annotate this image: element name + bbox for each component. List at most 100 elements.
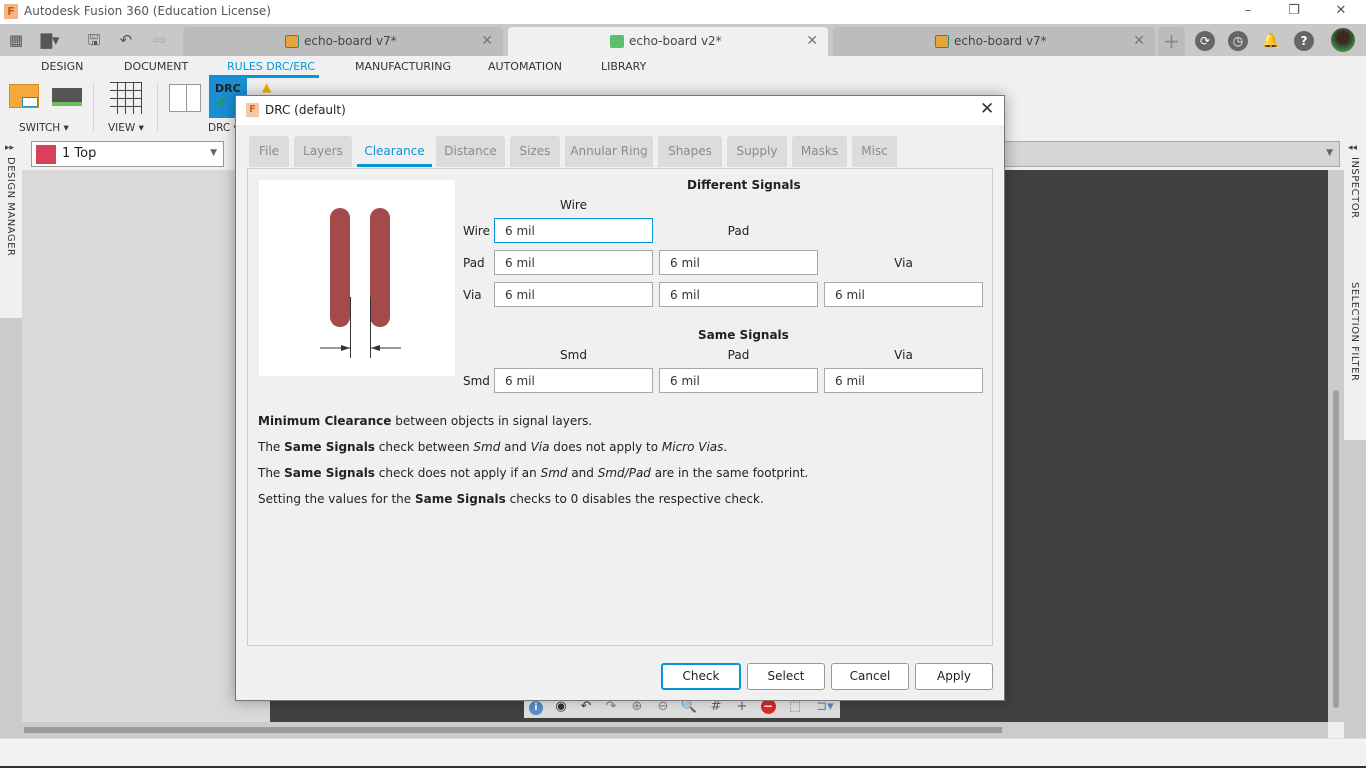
switch-schematic-icon[interactable] [52, 88, 82, 106]
ribbon-tab-manufacturing[interactable]: MANUFACTURING [355, 60, 451, 73]
ribbon-tabs: DESIGN DOCUMENT RULES DRC/ERC MANUFACTUR… [0, 56, 1366, 78]
erc-warning-icon[interactable]: ▲ [262, 80, 271, 94]
doc-tab-label: echo-board v7* [954, 34, 1047, 48]
emphasis: Same Signals [284, 466, 375, 480]
text: check does not apply if an [374, 466, 541, 480]
select-button[interactable]: Select [747, 663, 825, 690]
ribbon-tab-design[interactable]: DESIGN [41, 60, 83, 73]
save-icon[interactable]: 🖫 [84, 30, 104, 50]
switch-board-icon[interactable] [9, 84, 39, 108]
stop-icon[interactable]: − [760, 699, 776, 714]
ribbon-tab-automation[interactable]: AUTOMATION [488, 60, 562, 73]
tab-file[interactable]: File [249, 136, 289, 167]
column-label-via: Via [894, 348, 913, 362]
close-window-button[interactable]: ✕ [1318, 2, 1364, 22]
close-tab-icon[interactable]: ✕ [1133, 33, 1145, 49]
switch-group-label[interactable]: SWITCH ▾ [19, 122, 69, 134]
design-manager-label[interactable]: DESIGN MANAGER [5, 157, 16, 256]
ribbon-tab-library[interactable]: LIBRARY [601, 60, 646, 73]
tab-shapes[interactable]: Shapes [658, 136, 722, 167]
dialog-title-bar[interactable]: F DRC (default) ✕ [236, 96, 1004, 125]
command-select[interactable]: ▼ [1000, 141, 1340, 167]
inspector-label[interactable]: INSPECTOR [1349, 157, 1360, 219]
italic: Via [530, 440, 550, 454]
pad-pad-clearance-input[interactable]: 6 mil [659, 250, 818, 275]
column-label-via: Via [894, 256, 913, 270]
text: check between [374, 440, 474, 454]
clearance-diagram [320, 208, 401, 358]
clock-icon[interactable]: ◷ [1228, 31, 1248, 51]
info-icon[interactable]: i [529, 701, 543, 715]
undo-icon[interactable]: ↶ [116, 30, 136, 50]
tab-distance[interactable]: Distance [436, 136, 505, 167]
tab-annular-ring[interactable]: Annular Ring [565, 136, 653, 167]
doc-tab-label: echo-board v7* [304, 34, 397, 48]
apply-button[interactable]: Apply [915, 663, 993, 690]
layer-color-swatch [36, 145, 56, 164]
layer-select[interactable]: 1 Top ▼ [31, 141, 224, 167]
text: Setting the values for the [258, 492, 415, 506]
schematic-icon [610, 35, 624, 48]
chevron-down-icon: ▼ [1326, 148, 1333, 158]
horizontal-scroll-thumb[interactable] [24, 727, 1002, 733]
redo-icon[interactable]: ⇨ [150, 30, 170, 50]
restore-button[interactable]: ❐ [1271, 2, 1317, 22]
doc-tab-2[interactable]: echo-board v2* ✕ [508, 27, 828, 56]
tab-clearance[interactable]: Clearance [357, 136, 432, 167]
fusion-logo-icon: F [4, 4, 18, 19]
view-group-label[interactable]: VIEW ▾ [108, 122, 144, 134]
pad-wire-clearance-input[interactable]: 6 mil [494, 250, 653, 275]
grid-menu-icon[interactable]: ▦ [6, 30, 26, 50]
divider [157, 82, 158, 132]
text: The [258, 440, 285, 454]
doc-tab-1[interactable]: echo-board v7* ✕ [183, 27, 503, 56]
tab-misc[interactable]: Misc [852, 136, 897, 167]
check-button[interactable]: Check [661, 663, 741, 690]
collapse-panel-icon[interactable]: ◂◂ [1348, 143, 1357, 153]
status-bar [0, 738, 1366, 766]
via-pad-clearance-input[interactable]: 6 mil [659, 282, 818, 307]
same-signals-heading: Same Signals [698, 328, 789, 342]
selection-filter-label[interactable]: SELECTION FILTER [1349, 282, 1360, 381]
different-signals-heading: Different Signals [687, 178, 801, 192]
smd-smd-clearance-input[interactable]: 6 mil [494, 368, 653, 393]
tab-supply[interactable]: Supply [727, 136, 787, 167]
left-panel-lower [0, 318, 22, 738]
via-via-clearance-input[interactable]: 6 mil [824, 282, 983, 307]
wire-wire-clearance-input[interactable]: 6 mil [494, 218, 653, 243]
doc-tab-3[interactable]: echo-board v7* ✕ [833, 27, 1155, 56]
row-label-via: Via [463, 288, 482, 302]
description-line-2: The Same Signals check between Smd and V… [258, 440, 727, 454]
new-tab-button[interactable]: + [1158, 27, 1185, 56]
dialog-close-button[interactable]: ✕ [980, 99, 994, 119]
expand-panel-icon[interactable]: ▸▸ [5, 143, 14, 153]
drc-dialog: F DRC (default) ✕ File Layers Clearance … [235, 95, 1005, 701]
user-avatar[interactable] [1331, 28, 1355, 52]
trace-right [370, 208, 390, 327]
tab-masks[interactable]: Masks [792, 136, 847, 167]
italic: Micro Vias [661, 440, 724, 454]
notification-bell-icon[interactable]: 🔔 [1261, 31, 1281, 51]
trace-left [330, 208, 350, 327]
ribbon-tab-document[interactable]: DOCUMENT [124, 60, 188, 73]
close-tab-icon[interactable]: ✕ [481, 33, 493, 49]
ribbon-tab-rules[interactable]: RULES DRC/ERC [227, 60, 315, 73]
via-wire-clearance-input[interactable]: 6 mil [494, 282, 653, 307]
smd-pad-clearance-input[interactable]: 6 mil [659, 368, 818, 393]
tab-layers[interactable]: Layers [294, 136, 352, 167]
job-status-icon[interactable]: ⟳ [1195, 31, 1215, 51]
fusion-logo-icon: F [246, 103, 259, 117]
vertical-scroll-thumb[interactable] [1333, 390, 1339, 708]
window-title-bar: F Autodesk Fusion 360 (Education License… [0, 0, 1366, 24]
tab-sizes[interactable]: Sizes [510, 136, 560, 167]
file-menu-icon[interactable]: ▇▾ [40, 30, 60, 50]
cancel-button[interactable]: Cancel [831, 663, 909, 690]
close-tab-icon[interactable]: ✕ [806, 33, 818, 49]
help-icon[interactable]: ? [1294, 31, 1314, 51]
smd-via-clearance-input[interactable]: 6 mil [824, 368, 983, 393]
minimize-button[interactable]: – [1225, 2, 1271, 22]
text: and [500, 440, 531, 454]
rules-table-icon[interactable] [169, 84, 201, 112]
grid-icon[interactable] [110, 82, 142, 114]
right-panel-lower [1344, 440, 1366, 738]
